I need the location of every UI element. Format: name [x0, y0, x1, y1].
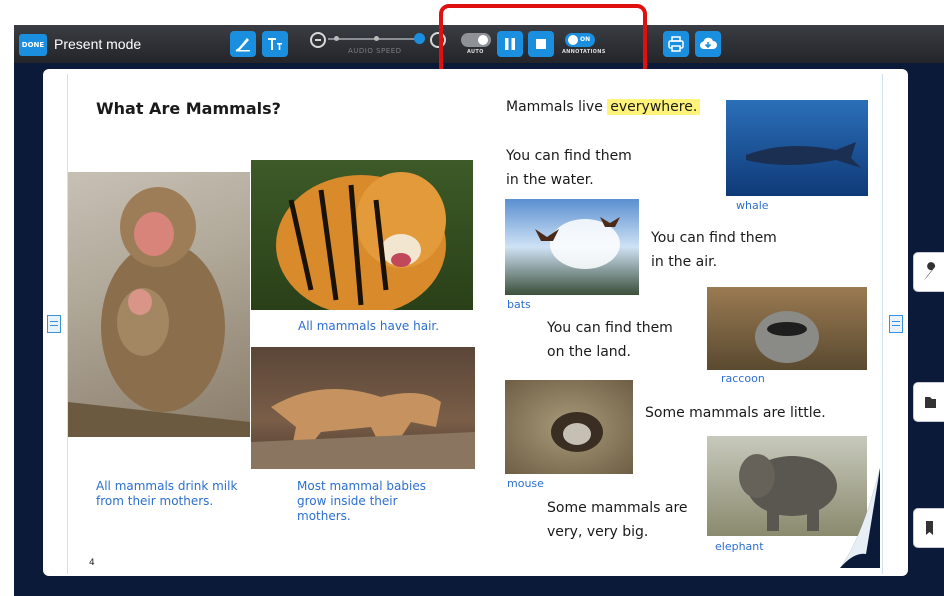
folder-icon: [925, 397, 936, 408]
bookmark-tab[interactable]: [913, 508, 944, 548]
text-air-line1: You can find them: [651, 230, 777, 246]
slider-tick: [374, 36, 379, 41]
text-water-line2: in the water.: [506, 171, 594, 188]
caption-milk: All mammals drink milk from their mother…: [96, 479, 238, 508]
text-big: Some mammals are very, very big.: [547, 497, 688, 545]
pages-tab[interactable]: [913, 382, 944, 422]
label-elephant: elephant: [715, 540, 764, 553]
page-heading: What Are Mammals?: [96, 99, 281, 118]
tools-tab[interactable]: [913, 252, 944, 292]
label-mouse: mouse: [507, 477, 544, 490]
pen-icon: [235, 38, 250, 52]
text-big-line1: Some mammals are: [547, 500, 688, 516]
page-margin-line: [882, 74, 883, 574]
mode-title: Present mode: [54, 36, 142, 52]
cloud-download-icon: [700, 37, 717, 49]
text-live-before: Mammals live: [506, 99, 603, 115]
print-icon: [668, 36, 684, 52]
monkeys-photo: [68, 172, 250, 437]
slider-tick: [334, 36, 339, 41]
text-live-everywhere: Mammals live everywhere.: [506, 96, 701, 120]
pen-tool-button[interactable]: [230, 31, 256, 57]
page-number: 4: [89, 558, 95, 568]
cloud-download-button[interactable]: [695, 31, 721, 57]
print-button[interactable]: [663, 31, 689, 57]
text-land-line2: on the land.: [547, 343, 631, 360]
text-water-line1: You can find them: [506, 148, 632, 164]
mouse-photo: [505, 380, 633, 474]
text-size-button[interactable]: [262, 31, 288, 57]
callout-highlight-box: [439, 4, 647, 77]
note-icon[interactable]: [47, 315, 61, 333]
label-raccoon: raccoon: [721, 372, 765, 385]
whale-photo: [726, 100, 868, 196]
minus-icon[interactable]: [310, 32, 326, 48]
text-air-line2: in the air.: [651, 253, 718, 270]
label-bats: bats: [507, 298, 531, 311]
text-land: You can find them on the land.: [547, 317, 673, 365]
page-curl[interactable]: [832, 468, 880, 568]
slider-knob[interactable]: [414, 33, 425, 44]
audio-speed-slider[interactable]: AUDIO SPEED: [308, 28, 446, 60]
text-size-icon: [268, 38, 282, 50]
caption-hair: All mammals have hair.: [298, 319, 440, 333]
caption-babies: Most mammal babies grow inside their mot…: [297, 479, 426, 523]
text-big-line2: very, very big.: [547, 523, 649, 540]
tiger-photo: [251, 160, 473, 310]
highlighted-word[interactable]: everywhere.: [607, 99, 701, 115]
text-water: You can find them in the water.: [506, 145, 632, 193]
wrench-icon: [924, 262, 936, 280]
bats-photo: [505, 199, 639, 295]
bookmark-icon: [926, 521, 933, 535]
text-little: Some mammals are little.: [645, 405, 826, 421]
text-air: You can find them in the air.: [651, 227, 777, 275]
done-button[interactable]: DONE: [19, 34, 47, 56]
raccoon-photo: [707, 287, 867, 370]
note-icon[interactable]: [889, 315, 903, 333]
audio-speed-label: AUDIO SPEED: [348, 47, 402, 55]
label-whale: whale: [736, 199, 769, 212]
cougar-photo: [251, 347, 475, 469]
text-land-line1: You can find them: [547, 320, 673, 336]
